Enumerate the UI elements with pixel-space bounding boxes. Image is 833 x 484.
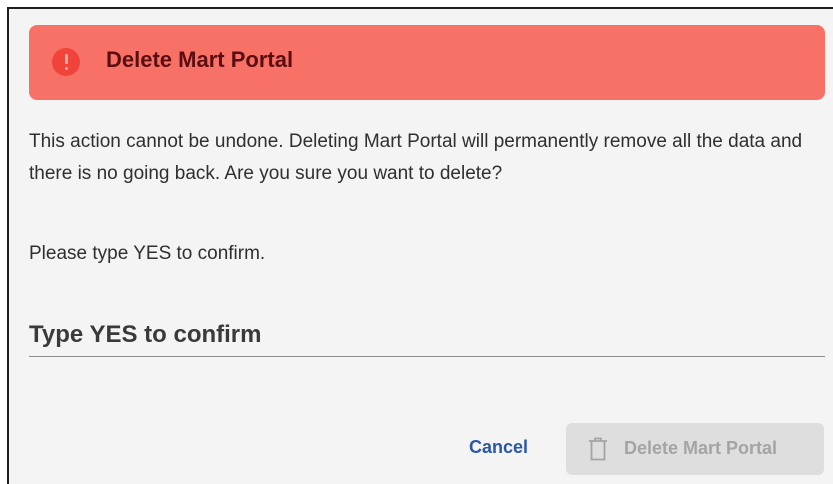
dialog-title: Delete Mart Portal — [106, 47, 294, 72]
delete-mart-portal-button[interactable]: Delete Mart Portal — [566, 423, 824, 475]
alert-circle-icon — [52, 48, 80, 76]
delete-button-label: Delete Mart Portal — [624, 438, 778, 458]
confirm-hint: Please type YES to confirm. — [29, 243, 266, 264]
confirm-field — [29, 314, 825, 357]
cancel-button[interactable]: Cancel — [469, 437, 528, 458]
warning-message: This action cannot be undone. Deleting M… — [29, 131, 803, 184]
trash-icon — [589, 437, 607, 461]
delete-dialog: Delete Mart Portal This action cannot be… — [7, 7, 833, 484]
confirm-input[interactable] — [29, 318, 825, 352]
warning-banner: Delete Mart Portal — [29, 25, 825, 100]
